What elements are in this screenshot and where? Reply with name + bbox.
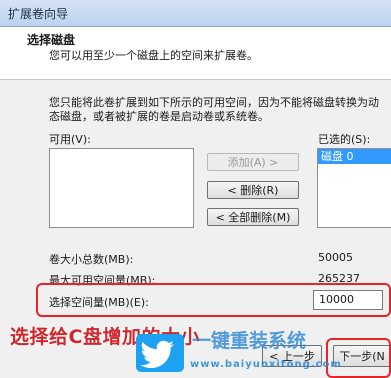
total-size-label: 卷大小总数(MB): xyxy=(49,253,134,266)
watermark-url: www.baiyunxitong.com xyxy=(190,359,342,370)
page-subtitle: 您可以用至少一个磁盘上的空间来扩展卷。 xyxy=(49,49,258,62)
wizard-header: 选择磁盘 您可以用至少一个磁盘上的空间来扩展卷。 xyxy=(0,27,391,80)
selected-label: 已选的(S): xyxy=(318,133,371,146)
total-size-value: 50005 xyxy=(318,251,353,264)
selected-listbox[interactable]: 磁盘 0 xyxy=(317,148,391,228)
title-bar: 扩展卷向导 xyxy=(0,0,391,27)
bird-logo-icon xyxy=(136,334,184,372)
page-title: 选择磁盘 xyxy=(27,33,76,47)
selected-item-disk-0[interactable]: 磁盘 0 xyxy=(318,149,391,164)
description-text: 您只能将此卷扩展到如下所示的可用空间，因为不能将磁盘转换为动态磁盘，或者被扩展的… xyxy=(49,96,379,123)
available-listbox[interactable] xyxy=(49,148,194,228)
watermark-brand: 一键重装系统 xyxy=(192,330,307,352)
next-highlight-box xyxy=(326,338,391,378)
add-button[interactable]: 添加(A) > xyxy=(207,153,299,171)
remove-all-button[interactable]: < 全部删除(M) xyxy=(207,208,299,226)
remove-button[interactable]: < 删除(R) xyxy=(207,181,299,199)
window-title: 扩展卷向导 xyxy=(8,7,69,21)
highlight-box xyxy=(36,283,391,317)
available-label: 可用(V): xyxy=(49,133,91,146)
